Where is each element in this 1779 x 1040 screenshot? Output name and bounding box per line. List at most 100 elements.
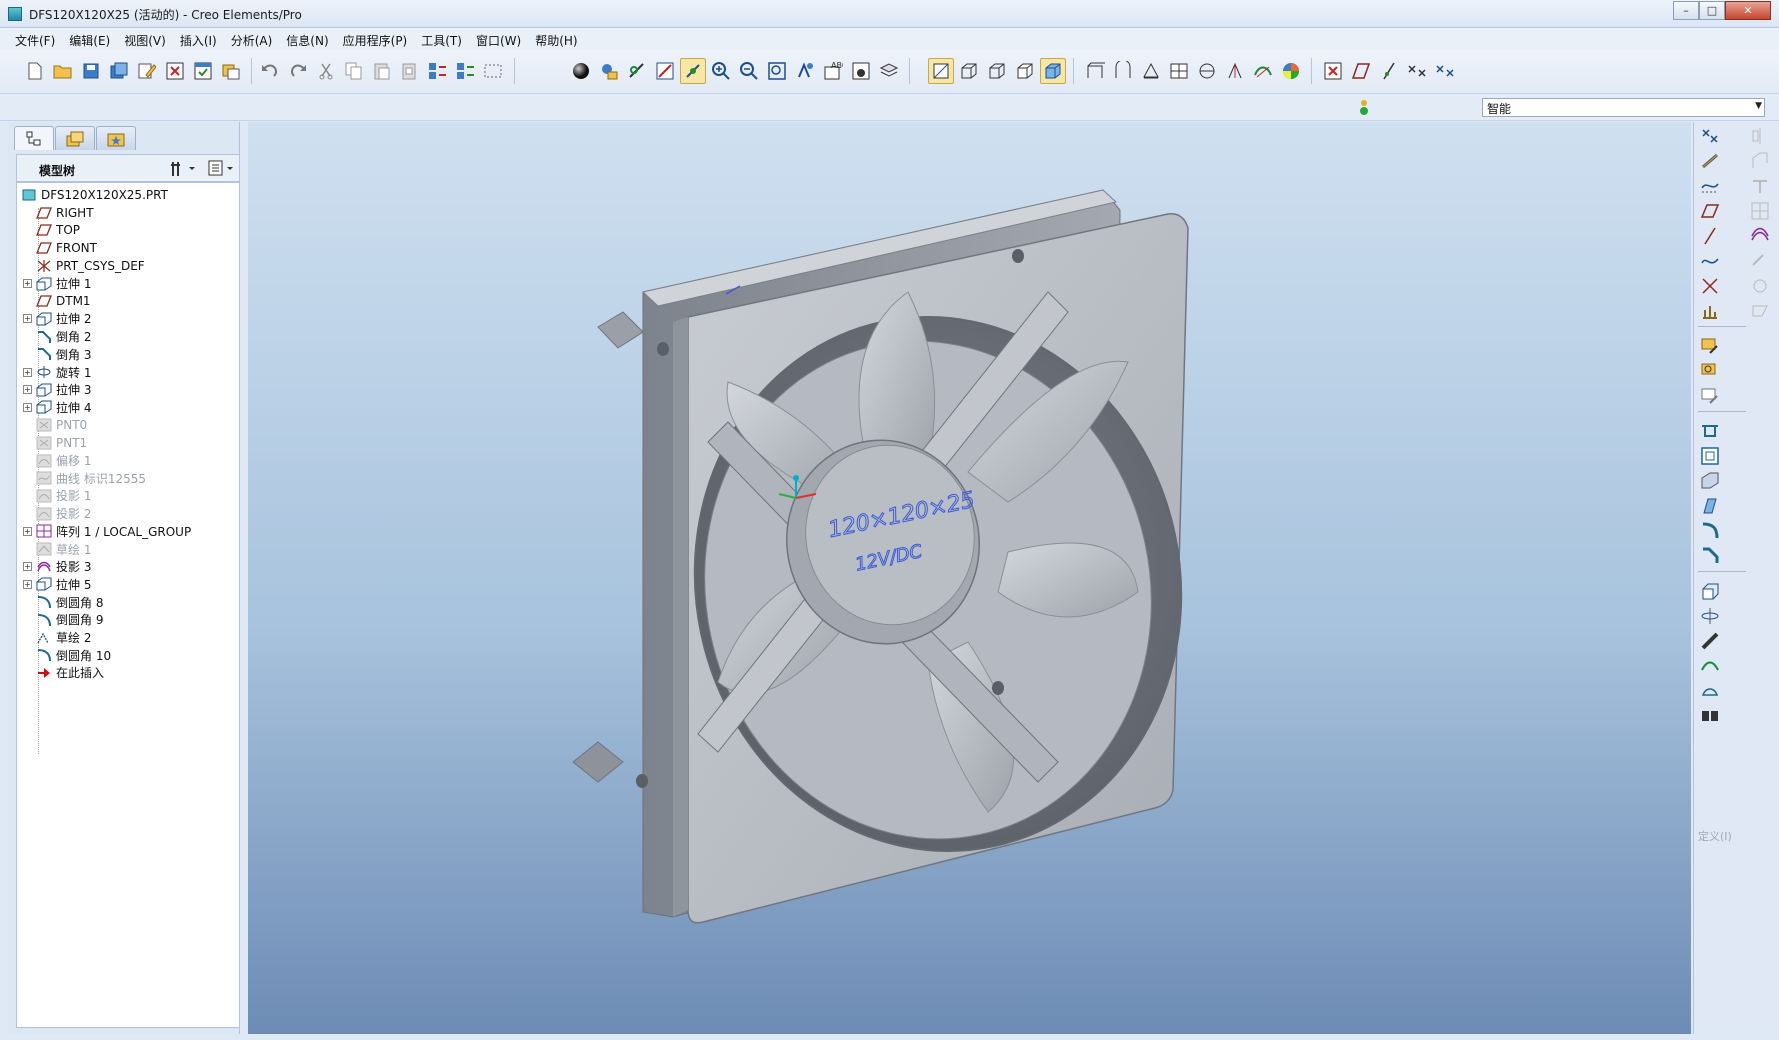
open-folder-icon[interactable] (50, 58, 76, 84)
no-hidden-icon[interactable] (1012, 58, 1038, 84)
menu-help[interactable]: 帮助(H) (528, 28, 584, 50)
expand-icon[interactable]: + (23, 385, 32, 395)
sketch-tool-icon[interactable] (1698, 334, 1722, 358)
menu-analysis[interactable]: 分析(A) (224, 28, 280, 50)
axis-icon[interactable] (1698, 224, 1722, 248)
view-manager-icon[interactable]: ABC (820, 58, 846, 84)
graphics-viewport[interactable]: 120×120×25 12V/DC (248, 122, 1691, 1034)
tree-item[interactable]: + 拉伸 2 (23, 310, 91, 328)
chain-tool-icon[interactable] (1698, 149, 1722, 173)
spin-center-icon[interactable] (680, 58, 706, 84)
datum-display-icon[interactable] (928, 58, 954, 84)
saved-views-icon[interactable] (652, 58, 678, 84)
tab-model-tree[interactable] (14, 126, 54, 150)
paste-special-icon[interactable] (397, 58, 423, 84)
tree-item[interactable]: 偏移 1 (23, 452, 91, 470)
tree-item[interactable]: + 拉伸 3 (23, 381, 91, 399)
menu-info[interactable]: 信息(N) (279, 28, 335, 50)
tree-item[interactable]: + 拉伸 5 (23, 575, 91, 593)
select-box-icon[interactable] (481, 58, 507, 84)
activate-window-icon[interactable] (190, 58, 216, 84)
csys-display-icon[interactable] (1166, 58, 1192, 84)
close-button[interactable]: ✕ (1725, 1, 1771, 20)
annotation-display-icon[interactable] (1194, 58, 1220, 84)
menu-tools[interactable]: 工具(T) (414, 28, 469, 50)
tree-item[interactable]: + 旋转 1 (23, 363, 91, 381)
close-sketch-icon[interactable] (1320, 58, 1346, 84)
plane-tool-icon[interactable] (1348, 58, 1374, 84)
thicken-tool-icon[interactable] (1748, 299, 1772, 323)
round-tool-icon[interactable] (1698, 519, 1722, 543)
minimize-button[interactable]: – (1673, 1, 1699, 20)
new-file-icon[interactable] (22, 58, 48, 84)
copy-icon[interactable] (341, 58, 367, 84)
save-icon[interactable] (78, 58, 104, 84)
shell-tool-icon[interactable] (1698, 444, 1722, 468)
tree-item[interactable]: PNT0 (23, 416, 87, 434)
sketch-edit-icon[interactable] (1698, 359, 1722, 383)
expand-icon[interactable]: + (23, 579, 32, 589)
expand-icon[interactable]: + (23, 279, 32, 288)
refit-icon[interactable] (764, 58, 790, 84)
menu-window[interactable]: 窗口(W) (469, 28, 528, 50)
layers-icon[interactable] (848, 58, 874, 84)
trim-tool-icon[interactable] (1748, 174, 1772, 198)
tree-item[interactable]: 倒圆角 9 (23, 611, 103, 629)
tree-item[interactable]: 倒角 3 (23, 345, 91, 363)
chamfer-tool-icon[interactable] (1698, 544, 1722, 568)
analysis-feature-icon[interactable] (1698, 299, 1722, 323)
menu-insert[interactable]: 插入(I) (173, 28, 224, 50)
tree-item[interactable]: 草绘 2 (23, 629, 91, 647)
zoom-out-icon[interactable] (736, 58, 762, 84)
tree-item[interactable]: TOP (23, 221, 80, 239)
undo-icon[interactable] (257, 58, 283, 84)
model-display-icon[interactable] (596, 58, 622, 84)
tree-item[interactable]: 草绘 1 (23, 540, 91, 558)
hole-tool-icon[interactable] (1698, 419, 1722, 443)
regeneration-manager-icon[interactable] (453, 58, 479, 84)
expand-icon[interactable]: + (23, 402, 32, 412)
shading-icon[interactable] (1040, 58, 1066, 84)
expand-icon[interactable]: + (23, 526, 32, 536)
tree-item[interactable]: + 阵列 1 / LOCAL_GROUP (23, 522, 191, 540)
rib-tool-icon[interactable] (1698, 469, 1722, 493)
point-tool-icon[interactable] (1404, 58, 1430, 84)
csys-icon[interactable] (1698, 274, 1722, 298)
erase-window-icon[interactable] (162, 58, 188, 84)
curve-tool-icon[interactable] (1698, 174, 1722, 198)
hidden-line-icon[interactable] (984, 58, 1010, 84)
menu-applications[interactable]: 应用程序(P) (336, 28, 415, 50)
sketch-copy-icon[interactable] (1698, 384, 1722, 408)
color-analysis-icon[interactable] (1278, 58, 1304, 84)
tree-item[interactable]: 投影 2 (23, 505, 91, 523)
datum-axes-icon[interactable] (1110, 58, 1136, 84)
tree-item[interactable]: RIGHT (23, 204, 94, 222)
tree-item[interactable]: + 投影 3 (23, 558, 91, 576)
expand-icon[interactable]: + (23, 314, 32, 324)
tree-item[interactable]: 在此插入 (23, 664, 104, 682)
sweep-tool-icon[interactable] (1698, 629, 1722, 653)
zoom-in-icon[interactable] (708, 58, 734, 84)
axis-tool-icon[interactable] (1376, 58, 1402, 84)
tree-item[interactable]: + 拉伸 4 (23, 398, 91, 416)
pattern-tool-icon[interactable] (1748, 199, 1772, 223)
menu-file[interactable]: 文件(F) (8, 28, 62, 50)
tree-root-item[interactable]: DFS120X120X25.PRT (21, 186, 168, 204)
revolve-tool-icon[interactable] (1698, 604, 1722, 628)
appearance-sphere-icon[interactable] (568, 58, 594, 84)
tree-item[interactable]: PRT_CSYS_DEF (23, 257, 145, 275)
orient-icon[interactable] (624, 58, 650, 84)
fan-model[interactable]: 120×120×25 12V/DC (248, 122, 1691, 1034)
tree-show-icon[interactable] (207, 159, 235, 180)
sketch-curve-icon[interactable] (1698, 249, 1722, 273)
mirror-tool-icon[interactable] (1748, 124, 1772, 148)
blend-tool-icon[interactable] (1698, 654, 1722, 678)
tree-item[interactable]: 倒圆角 8 (23, 593, 103, 611)
paste-icon[interactable] (369, 58, 395, 84)
boundary-tool-icon[interactable] (1698, 679, 1722, 703)
tree-item[interactable]: PNT1 (23, 434, 87, 452)
intersect-tool-icon[interactable] (1748, 224, 1772, 248)
tree-item[interactable]: 投影 1 (23, 487, 91, 505)
merge-tool-icon[interactable] (1748, 149, 1772, 173)
draft-check-icon[interactable] (1222, 58, 1248, 84)
